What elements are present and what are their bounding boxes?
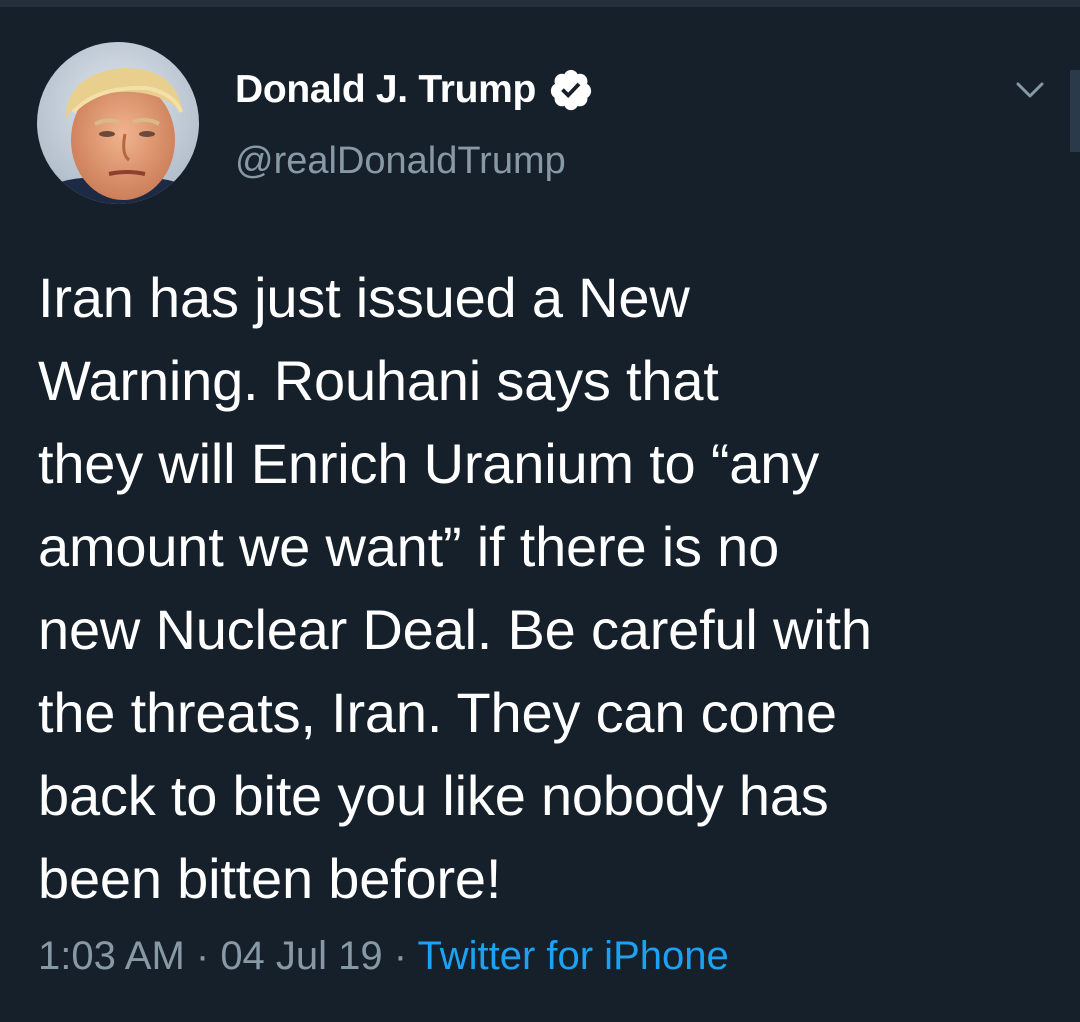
verified-badge-icon — [548, 67, 594, 113]
tweet-card: Donald J. Trump @realDonaldTrump Iran ha… — [0, 0, 1080, 1022]
tweet-source-link[interactable]: Twitter for iPhone — [417, 934, 728, 978]
tweet-time: 1:03 AM — [38, 934, 185, 978]
user-handle[interactable]: @realDonaldTrump — [235, 140, 566, 183]
chevron-down-icon[interactable] — [1010, 72, 1050, 108]
display-name[interactable]: Donald J. Trump — [235, 68, 536, 112]
meta-separator: · — [184, 934, 221, 978]
author-name-row[interactable]: Donald J. Trump — [235, 64, 594, 116]
tweet-body: Iran has just issued a New Warning. Rouh… — [38, 266, 872, 910]
tweet-metadata: 1:03 AM · 04 Jul 19 · Twitter for iPhone — [38, 934, 729, 979]
tweet-date: 04 Jul 19 — [220, 934, 383, 978]
meta-separator: · — [382, 934, 418, 978]
avatar[interactable] — [37, 42, 199, 204]
